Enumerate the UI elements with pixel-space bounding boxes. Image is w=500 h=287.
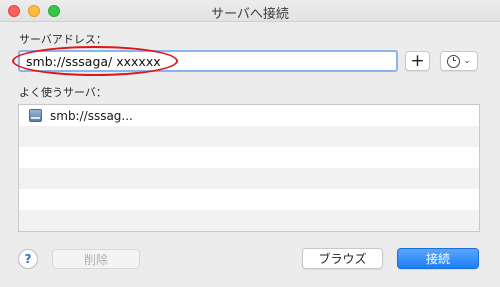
window-title: サーバへ接続 xyxy=(211,7,289,22)
connect-to-server-window: サーバへ接続 サーバアドレス： + ⌄ よく使うサーバ： smb://sssag… xyxy=(0,0,500,287)
list-item[interactable]: smb://sssag... xyxy=(19,105,479,126)
recent-servers-button[interactable]: ⌄ xyxy=(440,51,478,71)
server-icon xyxy=(29,109,42,122)
help-icon: ? xyxy=(24,252,32,266)
list-row-empty xyxy=(19,210,479,231)
list-row-empty xyxy=(19,168,479,189)
list-item-label: smb://sssag... xyxy=(50,108,133,123)
list-row-empty xyxy=(19,126,479,147)
add-favorite-button[interactable]: + xyxy=(405,51,430,71)
delete-button[interactable]: 削除 xyxy=(52,249,140,269)
list-row-empty xyxy=(19,189,479,210)
favorite-servers-label: よく使うサーバ： xyxy=(19,86,107,99)
browse-button[interactable]: ブラウズ xyxy=(302,248,383,269)
chevron-down-icon: ⌄ xyxy=(463,56,471,66)
help-button[interactable]: ? xyxy=(18,249,38,269)
server-address-label: サーバアドレス： xyxy=(19,33,107,46)
connect-button[interactable]: 接続 xyxy=(397,248,479,269)
clock-icon xyxy=(447,54,461,68)
server-address-input[interactable] xyxy=(18,50,398,72)
list-row-empty xyxy=(19,147,479,168)
favorite-servers-list[interactable]: smb://sssag... xyxy=(18,104,480,232)
list-row-empty xyxy=(19,231,479,232)
title-bar: サーバへ接続 xyxy=(0,0,500,22)
plus-icon: + xyxy=(410,51,425,71)
